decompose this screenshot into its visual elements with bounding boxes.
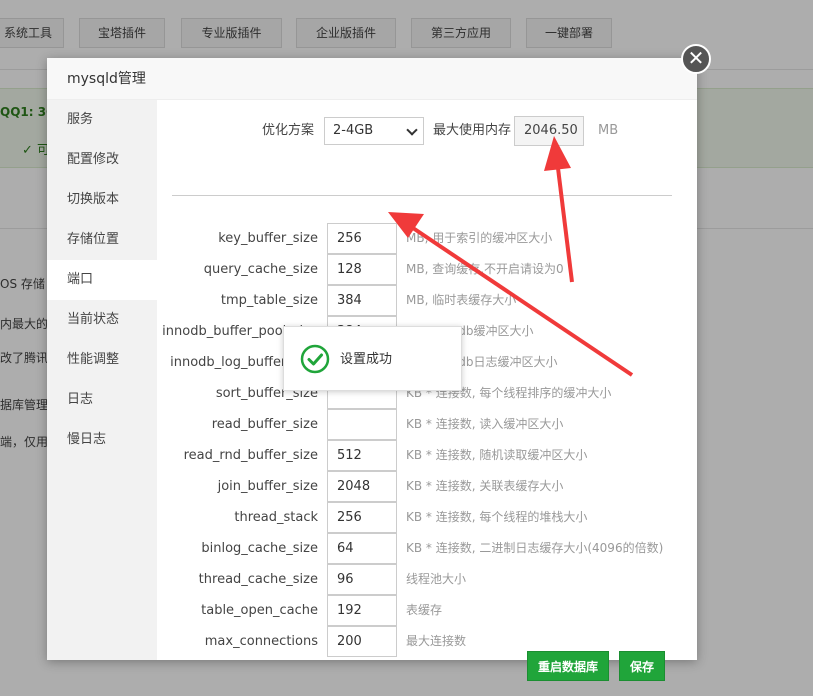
dialog-sidebar: 服务 配置修改 切换版本 存储位置 端口 当前状态 性能调整 日志 慢日志 bbox=[47, 100, 157, 660]
optimize-plan-label: 优化方案 bbox=[261, 123, 314, 138]
param-label: join_buffer_size bbox=[217, 479, 318, 494]
param-description: KB * 连接数, 随机读取缓冲区大小 bbox=[406, 448, 588, 462]
chevron-down-icon bbox=[406, 124, 418, 136]
param-label: read_rnd_buffer_size bbox=[183, 448, 318, 463]
sidebar-item[interactable]: 切换版本 bbox=[47, 180, 157, 220]
param-input[interactable]: 256 bbox=[327, 502, 397, 533]
param-label: read_buffer_size bbox=[211, 417, 318, 432]
param-input[interactable]: 256 bbox=[327, 223, 397, 254]
param-input[interactable] bbox=[327, 409, 397, 440]
sidebar-item[interactable]: 配置修改 bbox=[47, 140, 157, 180]
param-description: MB, 临时表缓存大小 bbox=[406, 293, 517, 307]
sidebar-item[interactable]: 当前状态 bbox=[47, 300, 157, 340]
param-description: MB, 查询缓存,不开启请设为0 bbox=[406, 262, 564, 276]
param-label: tmp_table_size bbox=[220, 293, 318, 308]
sidebar-item[interactable]: 服务 bbox=[47, 100, 157, 140]
param-description: MB, 用于索引的缓冲区大小 bbox=[406, 231, 553, 245]
close-button[interactable]: ✕ bbox=[681, 44, 711, 74]
param-description: KB * 连接数, 读入缓冲区大小 bbox=[406, 417, 564, 431]
param-label: table_open_cache bbox=[201, 603, 318, 618]
save-button[interactable]: 保存 bbox=[619, 651, 665, 681]
param-label: thread_cache_size bbox=[198, 572, 318, 587]
param-label: thread_stack bbox=[234, 510, 318, 525]
param-row: max_connections 200 最大连接数 bbox=[157, 626, 697, 657]
param-input[interactable]: 64 bbox=[327, 533, 397, 564]
param-row: thread_cache_size 96 线程池大小 bbox=[157, 564, 697, 595]
param-input[interactable]: 200 bbox=[327, 626, 397, 657]
param-description: KB * 连接数, 每个线程的堆栈大小 bbox=[406, 510, 588, 524]
param-input[interactable]: 96 bbox=[327, 564, 397, 595]
optimize-plan-row: 优化方案 2-4GB 最大使用内存 2046.50 MB bbox=[157, 116, 697, 146]
sidebar-item[interactable]: 日志 bbox=[47, 380, 157, 420]
param-description: 最大连接数 bbox=[406, 634, 467, 648]
param-row: tmp_table_size 384 MB, 临时表缓存大小 bbox=[157, 285, 697, 316]
sidebar-item[interactable]: 慢日志 bbox=[47, 420, 157, 460]
param-label: key_buffer_size bbox=[218, 231, 318, 246]
param-row: table_open_cache 192 表缓存 bbox=[157, 595, 697, 626]
toast-message: 设置成功 bbox=[340, 352, 393, 367]
param-input[interactable]: 2048 bbox=[327, 471, 397, 502]
param-label: query_cache_size bbox=[203, 262, 318, 277]
param-row: read_buffer_size KB * 连接数, 读入缓冲区大小 bbox=[157, 409, 697, 440]
sidebar-item[interactable]: 性能调整 bbox=[47, 340, 157, 380]
param-description: KB * 连接数, 二进制日志缓存大小(4096的倍数) bbox=[406, 541, 664, 555]
sidebar-item[interactable]: 存储位置 bbox=[47, 220, 157, 260]
param-row: query_cache_size 128 MB, 查询缓存,不开启请设为0 bbox=[157, 254, 697, 285]
param-row: thread_stack 256 KB * 连接数, 每个线程的堆栈大小 bbox=[157, 502, 697, 533]
success-toast: 设置成功 bbox=[283, 326, 462, 391]
param-row: read_rnd_buffer_size 512 KB * 连接数, 随机读取缓冲区… bbox=[157, 440, 697, 471]
max-memory-field[interactable]: 2046.50 bbox=[514, 116, 584, 146]
restart-database-button[interactable]: 重启数据库 bbox=[527, 651, 609, 681]
max-memory-label: 最大使用内存 bbox=[433, 123, 512, 138]
optimize-plan-value: 2-4GB bbox=[333, 123, 374, 138]
param-description: 线程池大小 bbox=[406, 572, 467, 586]
param-row: key_buffer_size 256 MB, 用于索引的缓冲区大小 bbox=[157, 223, 697, 254]
param-input[interactable]: 128 bbox=[327, 254, 397, 285]
param-label: binlog_cache_size bbox=[201, 541, 318, 556]
optimize-plan-select[interactable]: 2-4GB bbox=[324, 117, 424, 145]
param-row: binlog_cache_size 64 KB * 连接数, 二进制日志缓存大小(4… bbox=[157, 533, 697, 564]
param-input[interactable]: 192 bbox=[327, 595, 397, 626]
max-memory-unit: MB bbox=[598, 123, 619, 138]
param-description: 表缓存 bbox=[406, 603, 443, 617]
param-description: KB * 连接数, 关联表缓存大小 bbox=[406, 479, 564, 493]
divider bbox=[172, 195, 672, 196]
param-row: join_buffer_size 2048 KB * 连接数, 关联表缓存大小 bbox=[157, 471, 697, 502]
param-input[interactable]: 512 bbox=[327, 440, 397, 471]
dialog-title: mysqld管理 bbox=[47, 58, 697, 100]
sidebar-item[interactable]: 端口 bbox=[47, 260, 157, 300]
success-check-icon bbox=[300, 344, 330, 374]
param-input[interactable]: 384 bbox=[327, 285, 397, 316]
param-label: max_connections bbox=[204, 634, 318, 649]
